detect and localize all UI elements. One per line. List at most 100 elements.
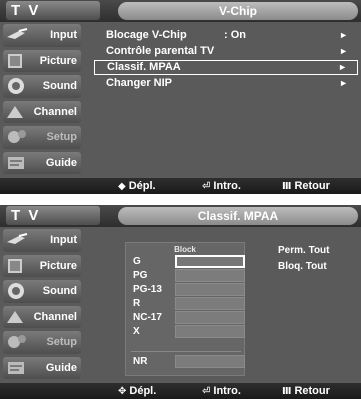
- rating-label: X: [133, 326, 140, 337]
- block-toggle[interactable]: [175, 297, 245, 310]
- divider: [131, 351, 241, 352]
- sidebar-item-channel[interactable]: Channel: [3, 100, 81, 123]
- rating-row-pg[interactable]: PG: [131, 269, 245, 282]
- block-toggle[interactable]: [175, 255, 245, 268]
- channel-icon: [7, 310, 23, 323]
- sidebar-item-label: Sound: [42, 285, 77, 297]
- sound-icon: [8, 283, 24, 299]
- sidebar-item-setup[interactable]: Setup: [3, 331, 81, 354]
- mpaa-rating-panel: T V Classif. MPAA Input Picture Sound Ch…: [0, 205, 361, 399]
- menu-title: Classif. MPAA: [118, 207, 358, 225]
- sidebar-item-label: Guide: [45, 156, 77, 169]
- bottom-help-bar: ◆ Dépl. ⏎ Intro. Ⅲ Retour: [0, 178, 361, 194]
- allow-all-button[interactable]: Perm. Tout: [278, 245, 329, 256]
- arrow-right-icon: ►: [339, 30, 348, 40]
- rating-row-pg13[interactable]: PG-13: [131, 283, 245, 296]
- rating-row-nc17[interactable]: NC-17: [131, 311, 245, 324]
- input-icon: [7, 233, 28, 244]
- sidebar-item-sound[interactable]: Sound: [3, 75, 81, 98]
- menu-item-blocage-vchip[interactable]: Blocage V-Chip : On ►: [94, 28, 358, 43]
- sidebar-item-label: Sound: [42, 80, 77, 92]
- sidebar-item-label: Picture: [39, 259, 77, 272]
- move-icon: ◆: [118, 181, 126, 192]
- return-label: Retour: [294, 180, 330, 192]
- rating-row-x[interactable]: X: [131, 325, 245, 338]
- bottom-help-bar: ✥ Dépl. ⏎ Intro. Ⅲ Retour: [0, 383, 361, 399]
- move-hint: ◆ Dépl.: [118, 178, 156, 194]
- rating-label: NC-17: [133, 312, 162, 323]
- rating-row-g[interactable]: G: [131, 255, 245, 268]
- move-hint: ✥ Dépl.: [118, 383, 156, 399]
- rating-label: PG-13: [133, 284, 162, 295]
- input-icon: [7, 28, 28, 39]
- return-label: Retour: [294, 385, 330, 397]
- menu-item-label: Contrôle parental TV: [106, 45, 215, 57]
- return-icon: Ⅲ: [282, 181, 292, 192]
- vchip-menu-list: Blocage V-Chip : On ► Contrôle parental …: [94, 28, 358, 176]
- menu-item-changer-nip[interactable]: Changer NIP ►: [94, 76, 358, 91]
- menu-title: V-Chip: [118, 2, 358, 20]
- menu-item-classif-mpaa[interactable]: Classif. MPAA ►: [94, 60, 358, 75]
- rating-label: NR: [133, 356, 148, 367]
- sidebar-item-channel[interactable]: Channel: [3, 305, 81, 328]
- enter-hint: ⏎ Intro.: [202, 383, 241, 399]
- sidebar-item-label: Picture: [39, 54, 77, 67]
- sidebar-item-setup[interactable]: Setup: [3, 126, 81, 149]
- sidebar-item-guide[interactable]: Guide: [3, 151, 81, 174]
- sidebar-item-guide[interactable]: Guide: [3, 356, 81, 379]
- sidebar-item-picture[interactable]: Picture: [3, 254, 81, 277]
- sidebar-item-label: Channel: [33, 310, 77, 323]
- tv-label: T V: [6, 206, 100, 225]
- return-hint: Ⅲ Retour: [282, 383, 330, 399]
- menu-item-label: Classif. MPAA: [107, 61, 181, 73]
- sidebar: Input Picture Sound Channel Setup Guide: [3, 229, 81, 382]
- arrow-right-icon: ►: [339, 46, 348, 56]
- block-toggle[interactable]: [175, 355, 245, 368]
- sidebar-item-label: Guide: [45, 361, 77, 374]
- guide-icon: [8, 361, 24, 374]
- menu-item-controle-parental[interactable]: Contrôle parental TV ►: [94, 44, 358, 59]
- guide-icon: [8, 156, 24, 169]
- sound-icon: [8, 78, 24, 94]
- channel-icon: [7, 105, 23, 118]
- rating-row-nr[interactable]: NR: [131, 355, 245, 368]
- block-all-button[interactable]: Bloq. Tout: [278, 261, 327, 272]
- arrow-right-icon: ►: [338, 62, 347, 72]
- return-hint: Ⅲ Retour: [282, 178, 330, 194]
- block-toggle[interactable]: [175, 269, 245, 282]
- menu-item-label: Blocage V-Chip: [106, 29, 187, 41]
- return-icon: Ⅲ: [282, 386, 292, 397]
- sidebar-item-label: Setup: [46, 131, 77, 143]
- tv-label: T V: [6, 1, 100, 20]
- move-label: Dépl.: [128, 180, 156, 192]
- block-toggle[interactable]: [175, 283, 245, 296]
- sidebar-item-picture[interactable]: Picture: [3, 49, 81, 72]
- setup-icon: [8, 130, 26, 143]
- sidebar-item-input[interactable]: Input: [3, 24, 81, 47]
- rating-label: R: [133, 298, 141, 309]
- rating-row-r[interactable]: R: [131, 297, 245, 310]
- rating-label: G: [133, 256, 141, 267]
- sidebar-item-label: Setup: [46, 336, 77, 348]
- enter-icon: ⏎: [202, 386, 211, 397]
- setup-icon: [8, 335, 26, 348]
- move-icon: ✥: [118, 386, 127, 397]
- enter-icon: ⏎: [202, 181, 211, 192]
- mpaa-block-table: Block G PG PG-13 R NC-17 X NR: [125, 242, 245, 376]
- enter-label: Intro.: [213, 180, 241, 192]
- picture-icon: [8, 53, 22, 68]
- rating-label: PG: [133, 270, 148, 281]
- menu-item-value: : On: [224, 29, 246, 41]
- menu-item-label: Changer NIP: [106, 77, 173, 89]
- move-label: Dépl.: [129, 385, 157, 397]
- block-toggle[interactable]: [175, 325, 245, 338]
- sidebar-item-sound[interactable]: Sound: [3, 280, 81, 303]
- block-toggle[interactable]: [175, 311, 245, 324]
- title-bar: T V V-Chip: [0, 0, 361, 22]
- sidebar-item-input[interactable]: Input: [3, 229, 81, 252]
- vchip-menu-panel: T V V-Chip Input Picture Sound Channel S…: [0, 0, 361, 194]
- block-column-header: Block: [174, 245, 196, 254]
- sidebar-item-label: Input: [50, 29, 77, 41]
- sidebar-item-label: Channel: [33, 105, 77, 118]
- arrow-right-icon: ►: [339, 78, 348, 88]
